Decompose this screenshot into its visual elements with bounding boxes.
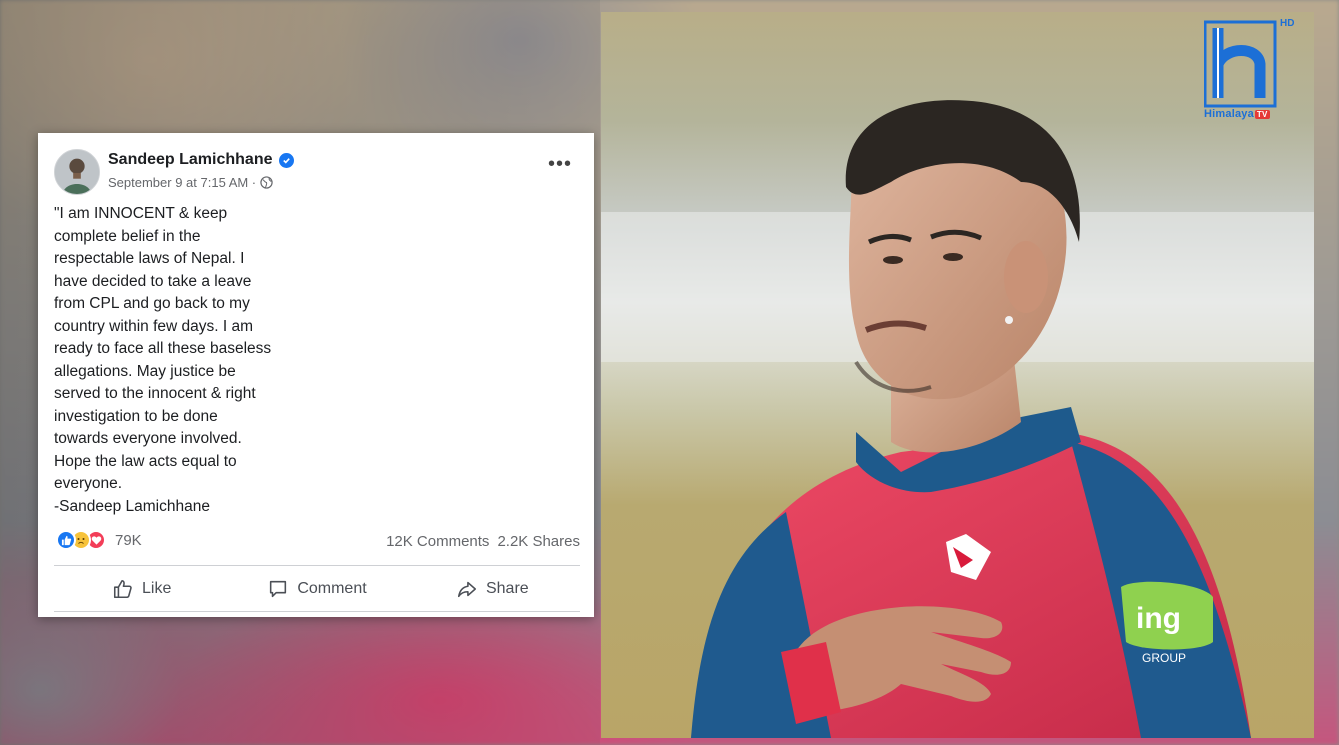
comments-count-link[interactable]: 12K Comments <box>386 533 489 550</box>
comment-label: Comment <box>297 580 367 597</box>
globe-icon <box>260 176 273 189</box>
channel-tv-badge: TV <box>1254 110 1270 119</box>
post-timestamp[interactable]: September 9 at 7:15 AM · <box>108 175 256 190</box>
comment-bubble-icon <box>270 580 287 598</box>
shares-count-link[interactable]: 2.2K Shares <box>497 533 580 550</box>
facebook-post-card: Sandeep Lamichhane September 9 at 7:15 A… <box>38 133 594 617</box>
share-label: Share <box>485 580 529 597</box>
comment-button[interactable]: Comment <box>229 573 404 605</box>
author-name[interactable]: Sandeep Lamichhane <box>108 151 273 169</box>
like-reaction-icon <box>56 530 76 550</box>
channel-name-label: Himalaya <box>1204 108 1254 120</box>
more-options-button[interactable]: ••• <box>548 154 572 174</box>
like-button[interactable]: Like <box>54 573 229 605</box>
reaction-count: 79K <box>115 531 142 549</box>
share-arrow-icon <box>457 581 476 598</box>
divider <box>54 611 580 612</box>
channel-name: Himalaya TV <box>1204 108 1270 120</box>
share-button[interactable]: Share <box>405 573 580 605</box>
hd-badge: HD <box>1280 18 1295 29</box>
thumbs-up-icon <box>113 579 132 599</box>
reactions-summary[interactable]: 79K <box>56 530 142 550</box>
svg-text:GROUP: GROUP <box>1142 651 1186 665</box>
post-action-bar: Like Comment Share <box>54 573 580 605</box>
divider <box>54 565 580 566</box>
avatar[interactable] <box>54 149 100 195</box>
svg-text:ing: ing <box>1136 602 1181 635</box>
verified-badge-icon <box>278 152 294 168</box>
like-label: Like <box>141 580 172 597</box>
post-body-text: "I am INNOCENT & keep complete belief in… <box>54 205 272 515</box>
